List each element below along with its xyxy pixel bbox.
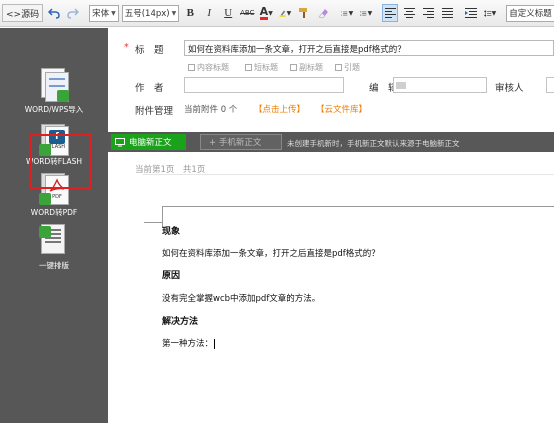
upload-link[interactable]: 【点击上传】: [254, 103, 305, 115]
paragraph-solution[interactable]: 第一种方法：: [162, 337, 216, 349]
chevron-down-icon: ▼: [171, 9, 177, 17]
heading-solution[interactable]: 解决方法: [162, 314, 198, 327]
chevron-down-icon: ▼: [268, 9, 273, 17]
font-family-select[interactable]: 宋体 ▼: [89, 4, 119, 22]
tab-mobile-content[interactable]: + 手机新正文: [200, 134, 282, 150]
checkbox[interactable]: [335, 64, 342, 71]
editor-divider: [143, 174, 554, 175]
title-input[interactable]: 如何在资料库添加一条文章，打开之后直接是pdf格式的？: [184, 40, 554, 56]
highlight-color-button[interactable]: ▼: [277, 4, 293, 22]
sidebar-item-label: WORD转PDF: [30, 208, 78, 217]
strikethrough-button[interactable]: ABC: [239, 4, 255, 22]
tab-hint: 未创建手机新时，手机新正文默认来源于电脑新正文: [287, 139, 460, 148]
option-lead-title[interactable]: 引题: [335, 62, 360, 73]
editor-input[interactable]: [393, 77, 487, 93]
align-justify-icon[interactable]: [439, 4, 455, 22]
checkbox[interactable]: [188, 64, 195, 71]
reviewer-input[interactable]: [546, 77, 554, 93]
chevron-down-icon: ▼: [111, 9, 116, 17]
page-corner-marker: [162, 206, 554, 228]
heading-cause[interactable]: 原因: [162, 268, 180, 281]
undo-icon[interactable]: [46, 4, 62, 22]
source-button[interactable]: <>源码: [2, 4, 44, 22]
marker-icon: [279, 10, 286, 17]
attachment-label: 附件管理: [135, 106, 174, 117]
tab-pc-label: 电脑新正文: [129, 138, 172, 148]
line-height-icon[interactable]: ▼: [482, 4, 498, 22]
svg-text:2: 2: [341, 14, 343, 16]
content-tab-bar: 电脑新正文 + 手机新正文 未创建手机新时，手机新正文默认来源于电脑新正文: [108, 132, 554, 152]
bold-button[interactable]: B: [182, 4, 198, 22]
author-input[interactable]: [184, 77, 344, 93]
custom-heading-select[interactable]: 自定义标题▼: [506, 4, 554, 22]
ordered-list-icon[interactable]: 1 2 ▼: [339, 4, 355, 22]
option-content-title[interactable]: 内容标题: [188, 62, 229, 73]
word-import-icon: W: [39, 68, 69, 102]
align-center-icon[interactable]: [401, 4, 417, 22]
attachment-count: 当前附件 0 个: [184, 105, 238, 115]
clear-format-icon[interactable]: [315, 4, 331, 22]
unordered-list-icon[interactable]: ▼: [358, 4, 374, 22]
one-click-layout-icon: [39, 224, 69, 258]
sidebar-item-label: 一键排版: [39, 261, 69, 270]
sidebar-item-label: WORD/WPS导入: [24, 105, 84, 114]
tools-sidebar: W WORD/WPS导入 f FLASH WORD转FLASH PDF WORD…: [0, 28, 108, 423]
page-margin-tick: [144, 222, 162, 223]
paragraph-solution-text: 第一种方法：: [162, 339, 214, 349]
tab-pc-content[interactable]: 电脑新正文: [111, 134, 186, 150]
checkbox[interactable]: [290, 64, 297, 71]
reviewer-label: 审核人: [495, 83, 524, 94]
font-size-select[interactable]: 五号(14px) ▼: [121, 4, 180, 22]
align-right-icon[interactable]: [420, 4, 436, 22]
paragraph-phenomenon[interactable]: 如何在资料库添加一条文章，打开之后直接是pdf格式的？: [162, 247, 380, 259]
monitor-icon: [115, 137, 125, 146]
author-label: 作 者: [135, 83, 164, 94]
article-form: * 标 题 如何在资料库添加一条文章，打开之后直接是pdf格式的？ 内容标题 短…: [108, 28, 554, 423]
sidebar-item-one-click-layout[interactable]: 一键排版: [0, 224, 108, 271]
highlight-annotation: [30, 134, 92, 189]
checkbox[interactable]: [245, 64, 252, 71]
custom-heading-value: 自定义标题: [509, 9, 552, 19]
indent-icon[interactable]: [463, 4, 479, 22]
option-subtitle[interactable]: 副标题: [290, 62, 323, 73]
format-painter-icon[interactable]: [296, 4, 312, 22]
title-label: 标 题: [135, 45, 164, 56]
sidebar-item-word-import[interactable]: W WORD/WPS导入: [0, 68, 108, 115]
underline-button[interactable]: U: [220, 4, 236, 22]
font-family-value: 宋体: [92, 9, 110, 19]
svg-text:1: 1: [341, 11, 343, 13]
required-mark: *: [124, 42, 129, 53]
font-color-icon: A: [259, 4, 269, 20]
italic-button[interactable]: I: [201, 4, 217, 22]
font-color-button[interactable]: A ▼: [258, 4, 274, 22]
option-short-title[interactable]: 短标题: [245, 62, 278, 73]
align-left-icon[interactable]: [382, 4, 399, 22]
paragraph-cause[interactable]: 没有完全掌握wcb中添加pdf文章的方法。: [162, 292, 320, 304]
cloud-library-link[interactable]: 【云文件库】: [316, 103, 367, 115]
heading-phenomenon[interactable]: 现象: [162, 224, 180, 237]
text-caret: [214, 338, 216, 349]
editor-toolbar: <>源码 宋体 ▼ 五号(14px) ▼ B I U ABC A ▼ ▼ 1 2 ▼ ▼: [0, 0, 554, 27]
font-size-value: 五号(14px): [124, 9, 170, 19]
redo-icon[interactable]: [65, 4, 81, 22]
